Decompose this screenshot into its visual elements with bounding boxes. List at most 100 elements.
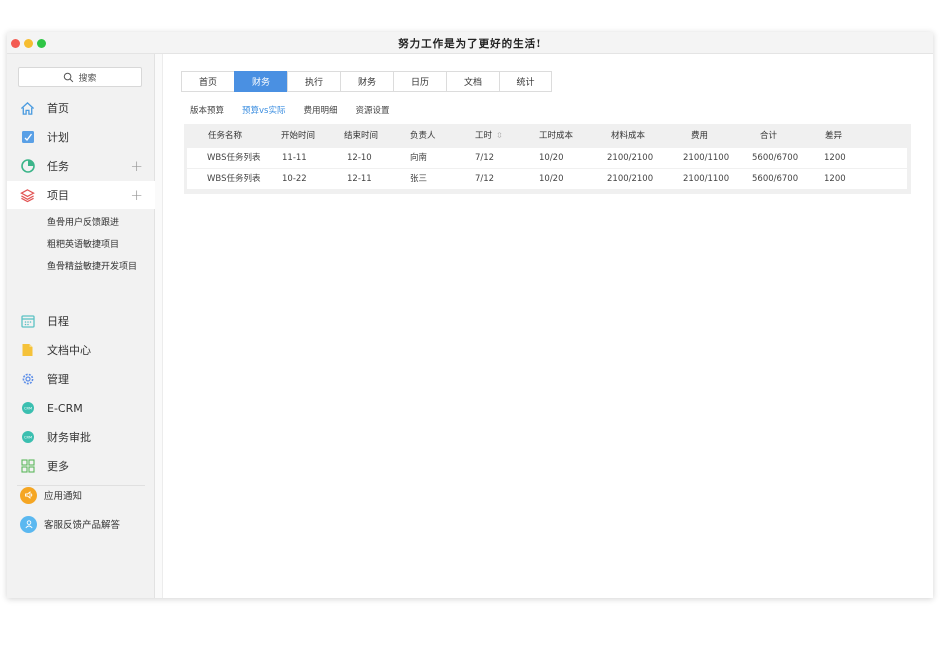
search-input[interactable]: 搜索 <box>18 67 142 87</box>
crm-icon: CRM <box>20 430 35 445</box>
sidebar: 搜索 首页 计划 任务 + 项目 + 鱼骨用户反馈跟进 粗粑英语敏捷项目 鱼骨精… <box>7 54 155 598</box>
table-row[interactable]: WBS任务列表 11-11 12-10 向南 7/12 10/20 2100/2… <box>187 148 907 168</box>
sidebar-item-schedule[interactable]: 日程 <box>7 307 155 335</box>
table-cell: 2100/2100 <box>607 174 654 184</box>
subtab-bar: 版本预算 预算vs实际 费用明细 资源设置 <box>190 104 408 116</box>
user-icon <box>20 515 37 533</box>
plan-icon <box>20 130 35 145</box>
tab-bar: 首页 财务 执行 财务 日历 文档 统计 <box>181 71 552 92</box>
column-header[interactable]: 差异 <box>825 126 842 146</box>
table-cell: WBS任务列表 <box>207 174 261 184</box>
sidebar-item-label: 客服反馈产品解答 <box>44 520 121 531</box>
search-icon <box>64 72 74 82</box>
window-title: 努力工作是为了更好的生活! <box>398 38 542 50</box>
table-cell: 11-11 <box>282 153 307 163</box>
document-icon <box>20 343 35 358</box>
sidebar-item-finance-approval[interactable]: CRM 财务审批 <box>7 423 155 451</box>
sidebar-item-label: 管理 <box>47 373 69 386</box>
table-cell: 7/12 <box>475 153 495 163</box>
table-cell: 1200 <box>824 153 846 163</box>
sidebar-item-ecrm[interactable]: CRM E-CRM <box>7 394 155 422</box>
add-project-icon[interactable]: + <box>130 187 143 203</box>
subtab-version-budget[interactable]: 版本预算 <box>190 104 224 116</box>
sidebar-resize-handle[interactable] <box>155 54 163 598</box>
table-cell: 10-22 <box>282 174 307 184</box>
grid-icon <box>20 459 35 474</box>
sidebar-item-documents[interactable]: 文档中心 <box>7 336 155 364</box>
calendar-icon <box>20 314 35 329</box>
sidebar-item-label: 任务 <box>47 160 69 173</box>
sidebar-project-3[interactable]: 鱼骨精益敏捷开发项目 <box>47 259 137 272</box>
gear-icon <box>20 372 35 387</box>
sidebar-item-label: 财务审批 <box>47 431 91 444</box>
sidebar-item-manage[interactable]: 管理 <box>7 365 155 393</box>
sidebar-item-task[interactable]: 任务 + <box>7 152 155 180</box>
search-label: 搜索 <box>78 73 97 84</box>
column-header-sortable[interactable]: 工时 ⇳ <box>475 126 503 146</box>
sidebar-item-notifications[interactable]: 应用通知 <box>7 483 155 507</box>
column-header[interactable]: 合计 <box>760 126 777 146</box>
app-window: 努力工作是为了更好的生活! 搜索 首页 计划 任务 + 项目 + 鱼骨用户反馈跟… <box>7 32 933 598</box>
column-header[interactable]: 开始时间 <box>281 126 315 146</box>
sidebar-item-support[interactable]: 客服反馈产品解答 <box>7 512 155 536</box>
sidebar-project-1[interactable]: 鱼骨用户反馈跟进 <box>47 215 119 228</box>
sidebar-item-project[interactable]: 项目 + <box>7 181 155 209</box>
crm-glyph: CRM <box>23 436 31 440</box>
tab-calendar[interactable]: 日历 <box>393 71 446 92</box>
table-cell: WBS任务列表 <box>207 153 261 163</box>
sidebar-item-label: 计划 <box>47 131 69 144</box>
table-header: 任务名称 开始时间 结束时间 负责人 工时 ⇳ 工时成本 材料成本 费用 合计 差… <box>184 126 911 146</box>
tab-execute[interactable]: 执行 <box>287 71 340 92</box>
tab-finance-2[interactable]: 财务 <box>340 71 393 92</box>
table-cell: 向南 <box>410 153 428 163</box>
tab-documents[interactable]: 文档 <box>446 71 499 92</box>
title-bar: 努力工作是为了更好的生活! <box>7 32 933 54</box>
table-cell: 5600/6700 <box>752 174 799 184</box>
tab-finance[interactable]: 财务 <box>234 71 287 92</box>
speaker-icon <box>20 486 37 504</box>
home-icon <box>20 101 35 116</box>
column-header[interactable]: 费用 <box>691 126 708 146</box>
table-cell: 1200 <box>824 174 846 184</box>
table-cell: 10/20 <box>539 174 564 184</box>
sidebar-item-home[interactable]: 首页 <box>7 94 155 122</box>
sidebar-item-label: 项目 <box>47 189 69 202</box>
layers-icon <box>20 188 35 203</box>
table-cell: 2100/2100 <box>607 153 654 163</box>
sidebar-item-label: 应用通知 <box>44 491 83 502</box>
column-header[interactable]: 任务名称 <box>208 126 242 146</box>
subtab-budget-vs-actual[interactable]: 预算vs实际 <box>242 104 285 116</box>
crm-glyph: CRM <box>23 407 31 411</box>
sidebar-item-plan[interactable]: 计划 <box>7 123 155 151</box>
table-cell: 12-11 <box>347 174 372 184</box>
sort-icon[interactable]: ⇳ <box>496 131 503 140</box>
sidebar-item-label: 日程 <box>47 315 69 328</box>
sidebar-project-2[interactable]: 粗粑英语敏捷项目 <box>47 237 119 250</box>
table-cell: 2100/1100 <box>683 174 730 184</box>
tab-home[interactable]: 首页 <box>181 71 234 92</box>
sidebar-item-label: 更多 <box>47 460 69 473</box>
table-cell: 12-10 <box>347 153 372 163</box>
add-task-icon[interactable]: + <box>130 158 143 174</box>
table-cell: 2100/1100 <box>683 153 730 163</box>
main-content: 首页 财务 执行 财务 日历 文档 统计 版本预算 预算vs实际 费用明细 资源… <box>164 54 933 598</box>
crm-icon: CRM <box>20 401 35 416</box>
column-header[interactable]: 负责人 <box>410 126 436 146</box>
sidebar-item-label: E-CRM <box>47 401 83 415</box>
table-cell: 5600/6700 <box>752 153 799 163</box>
column-header[interactable]: 工时成本 <box>539 126 573 146</box>
column-header-label: 工时 <box>475 131 493 141</box>
subtab-cost-details[interactable]: 费用明细 <box>303 104 337 116</box>
budget-table: 任务名称 开始时间 结束时间 负责人 工时 ⇳ 工时成本 材料成本 费用 合计 差… <box>184 124 911 194</box>
sidebar-item-label: 文档中心 <box>47 344 91 357</box>
column-header[interactable]: 材料成本 <box>611 126 645 146</box>
table-row[interactable]: WBS任务列表 10-22 12-11 张三 7/12 10/20 2100/2… <box>187 169 907 189</box>
subtab-resource-settings[interactable]: 资源设置 <box>356 104 390 116</box>
task-pie-icon <box>20 159 35 174</box>
tab-statistics[interactable]: 统计 <box>499 71 552 92</box>
column-header[interactable]: 结束时间 <box>344 126 378 146</box>
sidebar-item-more[interactable]: 更多 <box>7 452 155 480</box>
sidebar-item-label: 首页 <box>47 102 69 115</box>
table-cell: 7/12 <box>475 174 495 184</box>
table-cell: 张三 <box>410 174 428 184</box>
